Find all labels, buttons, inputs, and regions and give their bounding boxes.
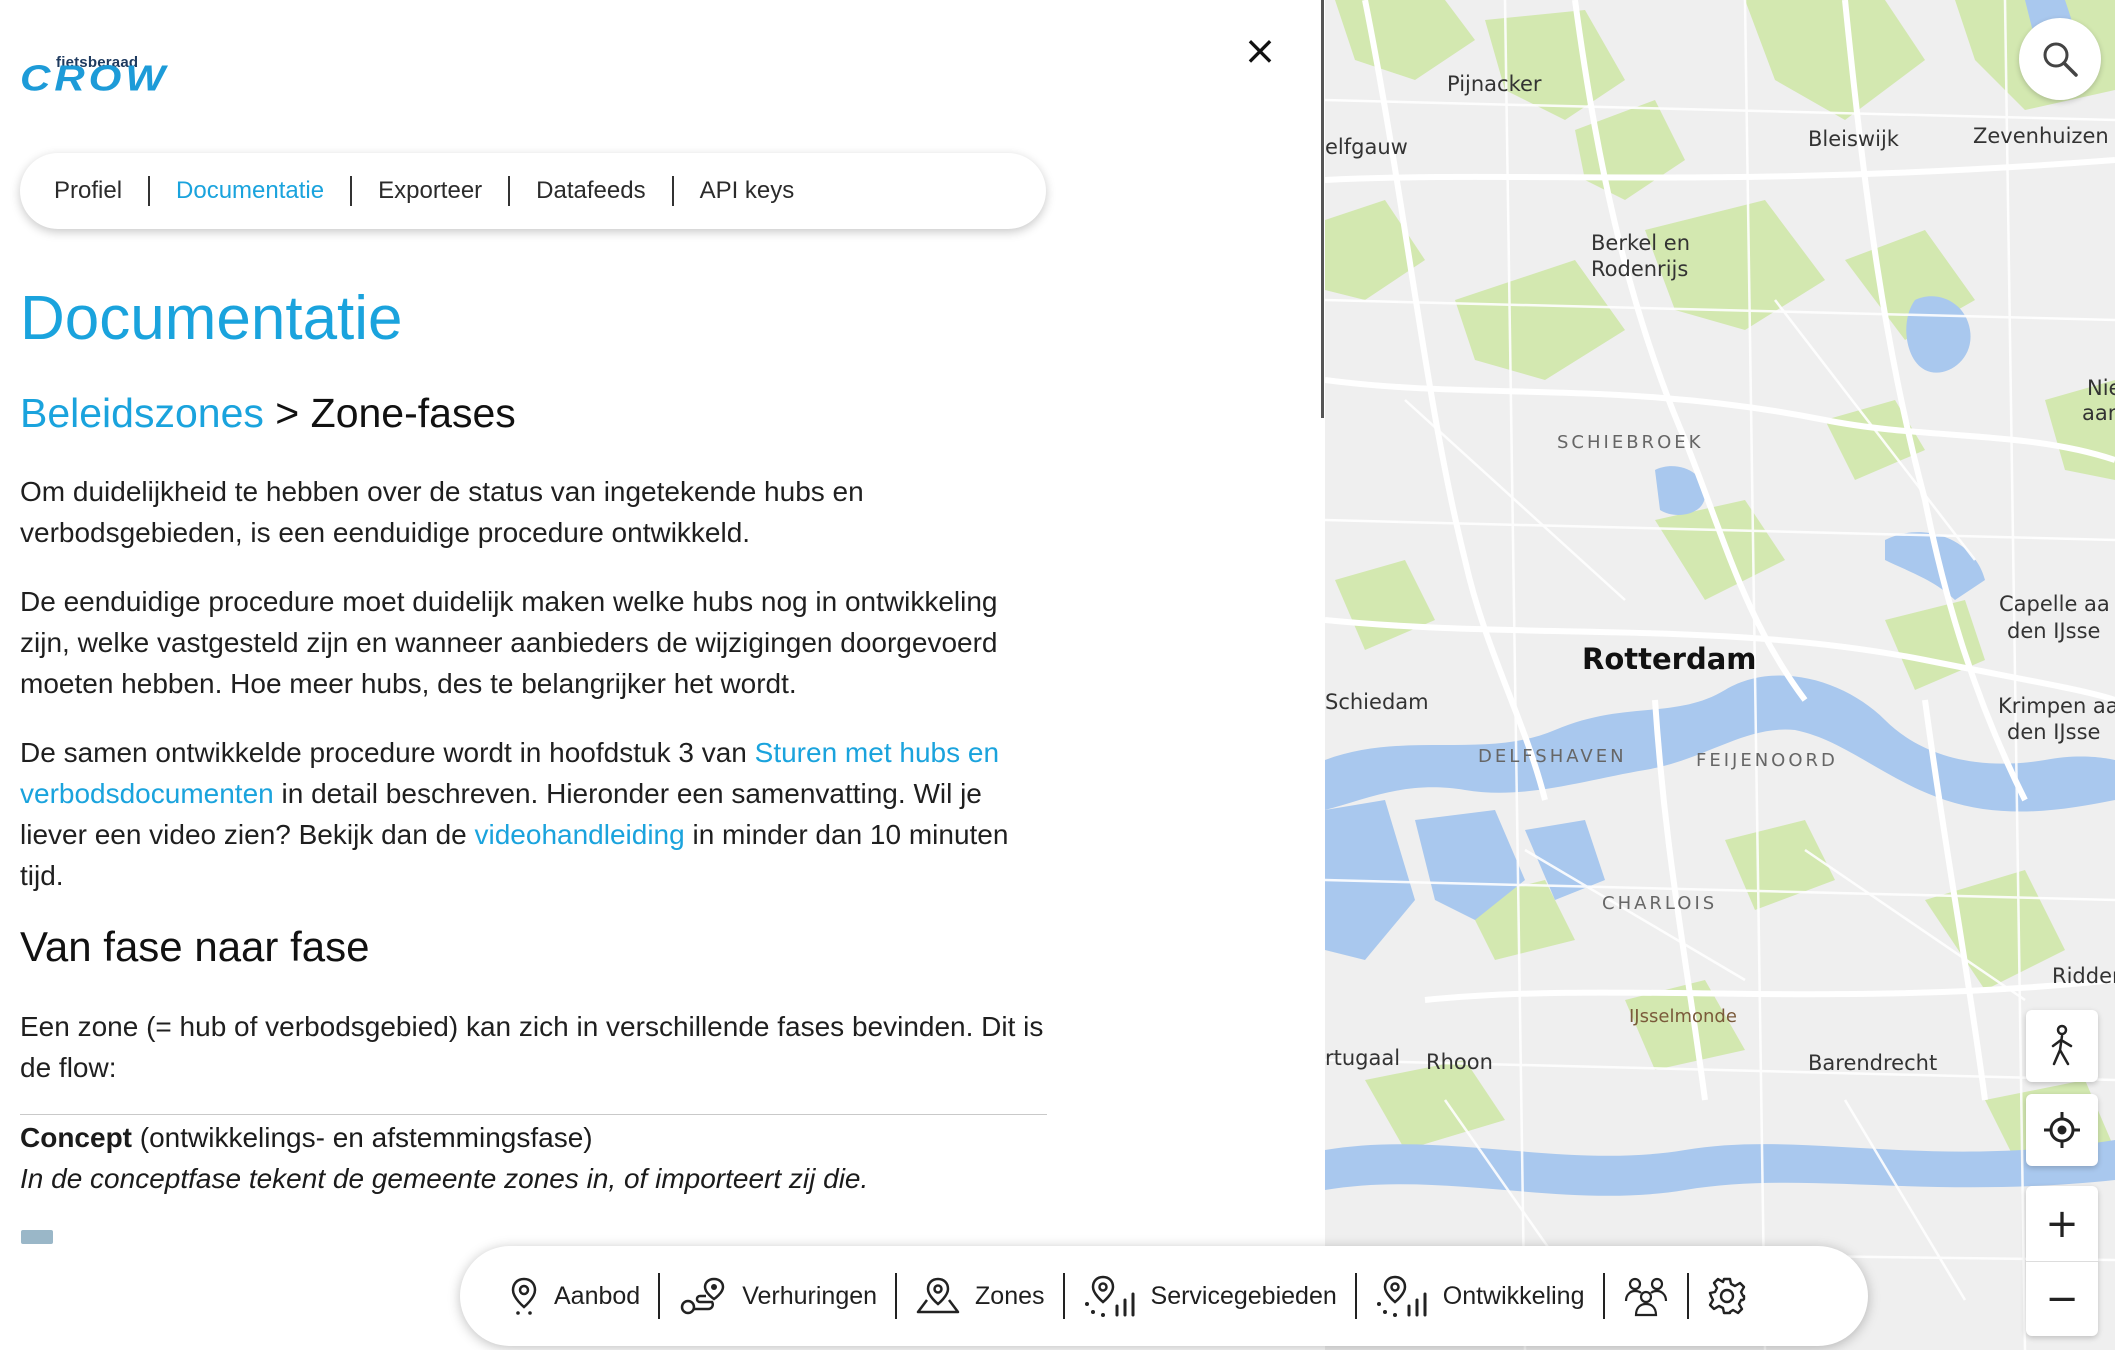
crow-fietsberaad-logo[interactable]: fietsberaad CROW [20,52,180,100]
breadcrumb-separator: > [275,390,300,436]
locate-icon [2044,1112,2080,1148]
concept-sublabel: (ontwikkelings- en afstemmingsfase) [132,1122,593,1153]
map-label-ridder: Ridder [2052,964,2115,988]
tab-documentatie[interactable]: Documentatie [150,177,350,205]
logo-wordmark: CROW [20,58,169,98]
section-heading-flow: Van fase naar fase [20,923,370,970]
map-label-krimpen-2: den IJsse [2007,720,2101,744]
nav-aanbod-label: Aanbod [554,1281,641,1310]
page-title: Documentatie [20,284,403,353]
documentation-panel: fietsberaad CROW × Profiel Documentatie … [0,0,1325,1350]
settings-gear-icon [1708,1277,1745,1315]
nav-servicegebieden-label: Servicegebieden [1150,1281,1337,1310]
zone-pin-icon [916,1277,960,1314]
reference-paragraph: De samen ontwikkelde procedure wordt in … [20,732,1050,896]
map-label-capelle-1: Capelle aa [1999,592,2110,616]
close-button[interactable]: × [1240,28,1280,74]
concept-phase-description: In de conceptfase tekent de gemeente zon… [20,1163,869,1194]
nav-servicegebieden[interactable]: Servicegebieden [1065,1274,1355,1318]
map-search-button[interactable] [2019,18,2101,100]
map-pin-icon [511,1277,537,1315]
search-icon [2043,42,2078,77]
tab-api-keys[interactable]: API keys [674,177,821,205]
map-label-rhoon: Rhoon [1426,1050,1493,1074]
map-label-nie: Nie [2087,376,2115,400]
flow-paragraph: Een zone (= hub of verbodsgebied) kan zi… [20,1011,1044,1083]
users-icon [1624,1277,1667,1317]
tab-bar: Profiel Documentatie Exporteer Datafeeds… [20,153,1046,229]
development-chart-icon [1376,1275,1427,1317]
nav-aanbod[interactable]: Aanbod [508,1276,658,1316]
map-view[interactable]: Pijnacker elfgauw Bleiswijk Zevenhuizen … [1325,0,2115,1350]
bottom-navigation: Aanbod Verhuringen Zones Servicegebieden [460,1246,1868,1346]
tab-exporteer[interactable]: Exporteer [352,177,508,205]
intro-paragraph: Om duidelijkheid te hebben over de statu… [20,476,864,548]
nav-settings[interactable] [1689,1276,1765,1316]
map-label-schiedam: Schiedam [1325,690,1429,714]
breadcrumb-link-beleidszones[interactable]: Beleidszones [20,390,264,436]
map-label-pijnacker: Pijnacker [1447,72,1542,96]
map-label-rotterdam: Rotterdam [1582,642,1757,676]
nav-users[interactable] [1605,1275,1687,1317]
nav-verhuringen-label: Verhuringen [742,1281,878,1310]
concept-label: Concept [20,1122,132,1153]
zoom-in-button[interactable]: + [2026,1186,2098,1261]
map-label-capelle-2: den IJsse [2007,619,2101,643]
procedure-paragraph: De eenduidige procedure moet duidelijk m… [20,586,998,699]
map-label-schiebroek: SCHIEBROEK [1557,432,1704,453]
tab-datafeeds[interactable]: Datafeeds [510,177,671,205]
map-label-delfshaven: DELFSHAVEN [1478,746,1627,767]
locate-me-button[interactable] [2026,1094,2098,1166]
videohandleiding-link[interactable]: videohandleiding [475,819,685,850]
nav-zones-label: Zones [975,1281,1045,1310]
map-label-rodenrijs: Rodenrijs [1591,257,1689,281]
map-label-delfgauw: elfgauw [1325,135,1408,159]
nav-verhuringen[interactable]: Verhuringen [660,1275,895,1317]
map-label-feijenoord: FEIJENOORD [1696,750,1838,771]
map-label-bleiswijk: Bleiswijk [1808,127,1899,151]
map-label-aan: aan [2082,401,2115,425]
map-label-charlois: CHARLOIS [1602,893,1718,914]
concept-phase-title: Concept (ontwikkelings- en afstemmingsfa… [20,1117,593,1158]
map-label-portugaal: rtugaal [1325,1046,1401,1070]
section-divider [20,1114,1047,1115]
concept-image-thumbnail [21,1230,53,1244]
map-label-zevenhuizen: Zevenhuizen [1973,124,2109,148]
map-label-ijsselmonde: IJsselmonde [1629,1006,1737,1027]
map-label-berkel: Berkel en [1591,231,1691,255]
nav-zones[interactable]: Zones [897,1276,1062,1316]
nav-ontwikkeling[interactable]: Ontwikkeling [1357,1274,1603,1318]
streetview-button[interactable] [2026,1010,2098,1082]
nav-ontwikkeling-label: Ontwikkeling [1442,1281,1585,1310]
zoom-controls: + − [2026,1186,2098,1336]
tab-profiel[interactable]: Profiel [54,177,148,205]
map-label-krimpen-1: Krimpen aa [1998,694,2115,718]
reference-text-1: De samen ontwikkelde procedure wordt in … [20,737,755,768]
breadcrumb-current: Zone-fases [310,390,516,436]
breadcrumb: Beleidszones > Zone-fases [20,390,516,437]
panel-scrollbar[interactable] [1321,0,1324,418]
service-area-icon [1084,1275,1135,1317]
zoom-out-button[interactable]: − [2026,1261,2098,1336]
route-icon [680,1277,725,1315]
map-label-barendrecht: Barendrecht [1808,1051,1938,1075]
pedestrian-icon [2051,1024,2073,1066]
